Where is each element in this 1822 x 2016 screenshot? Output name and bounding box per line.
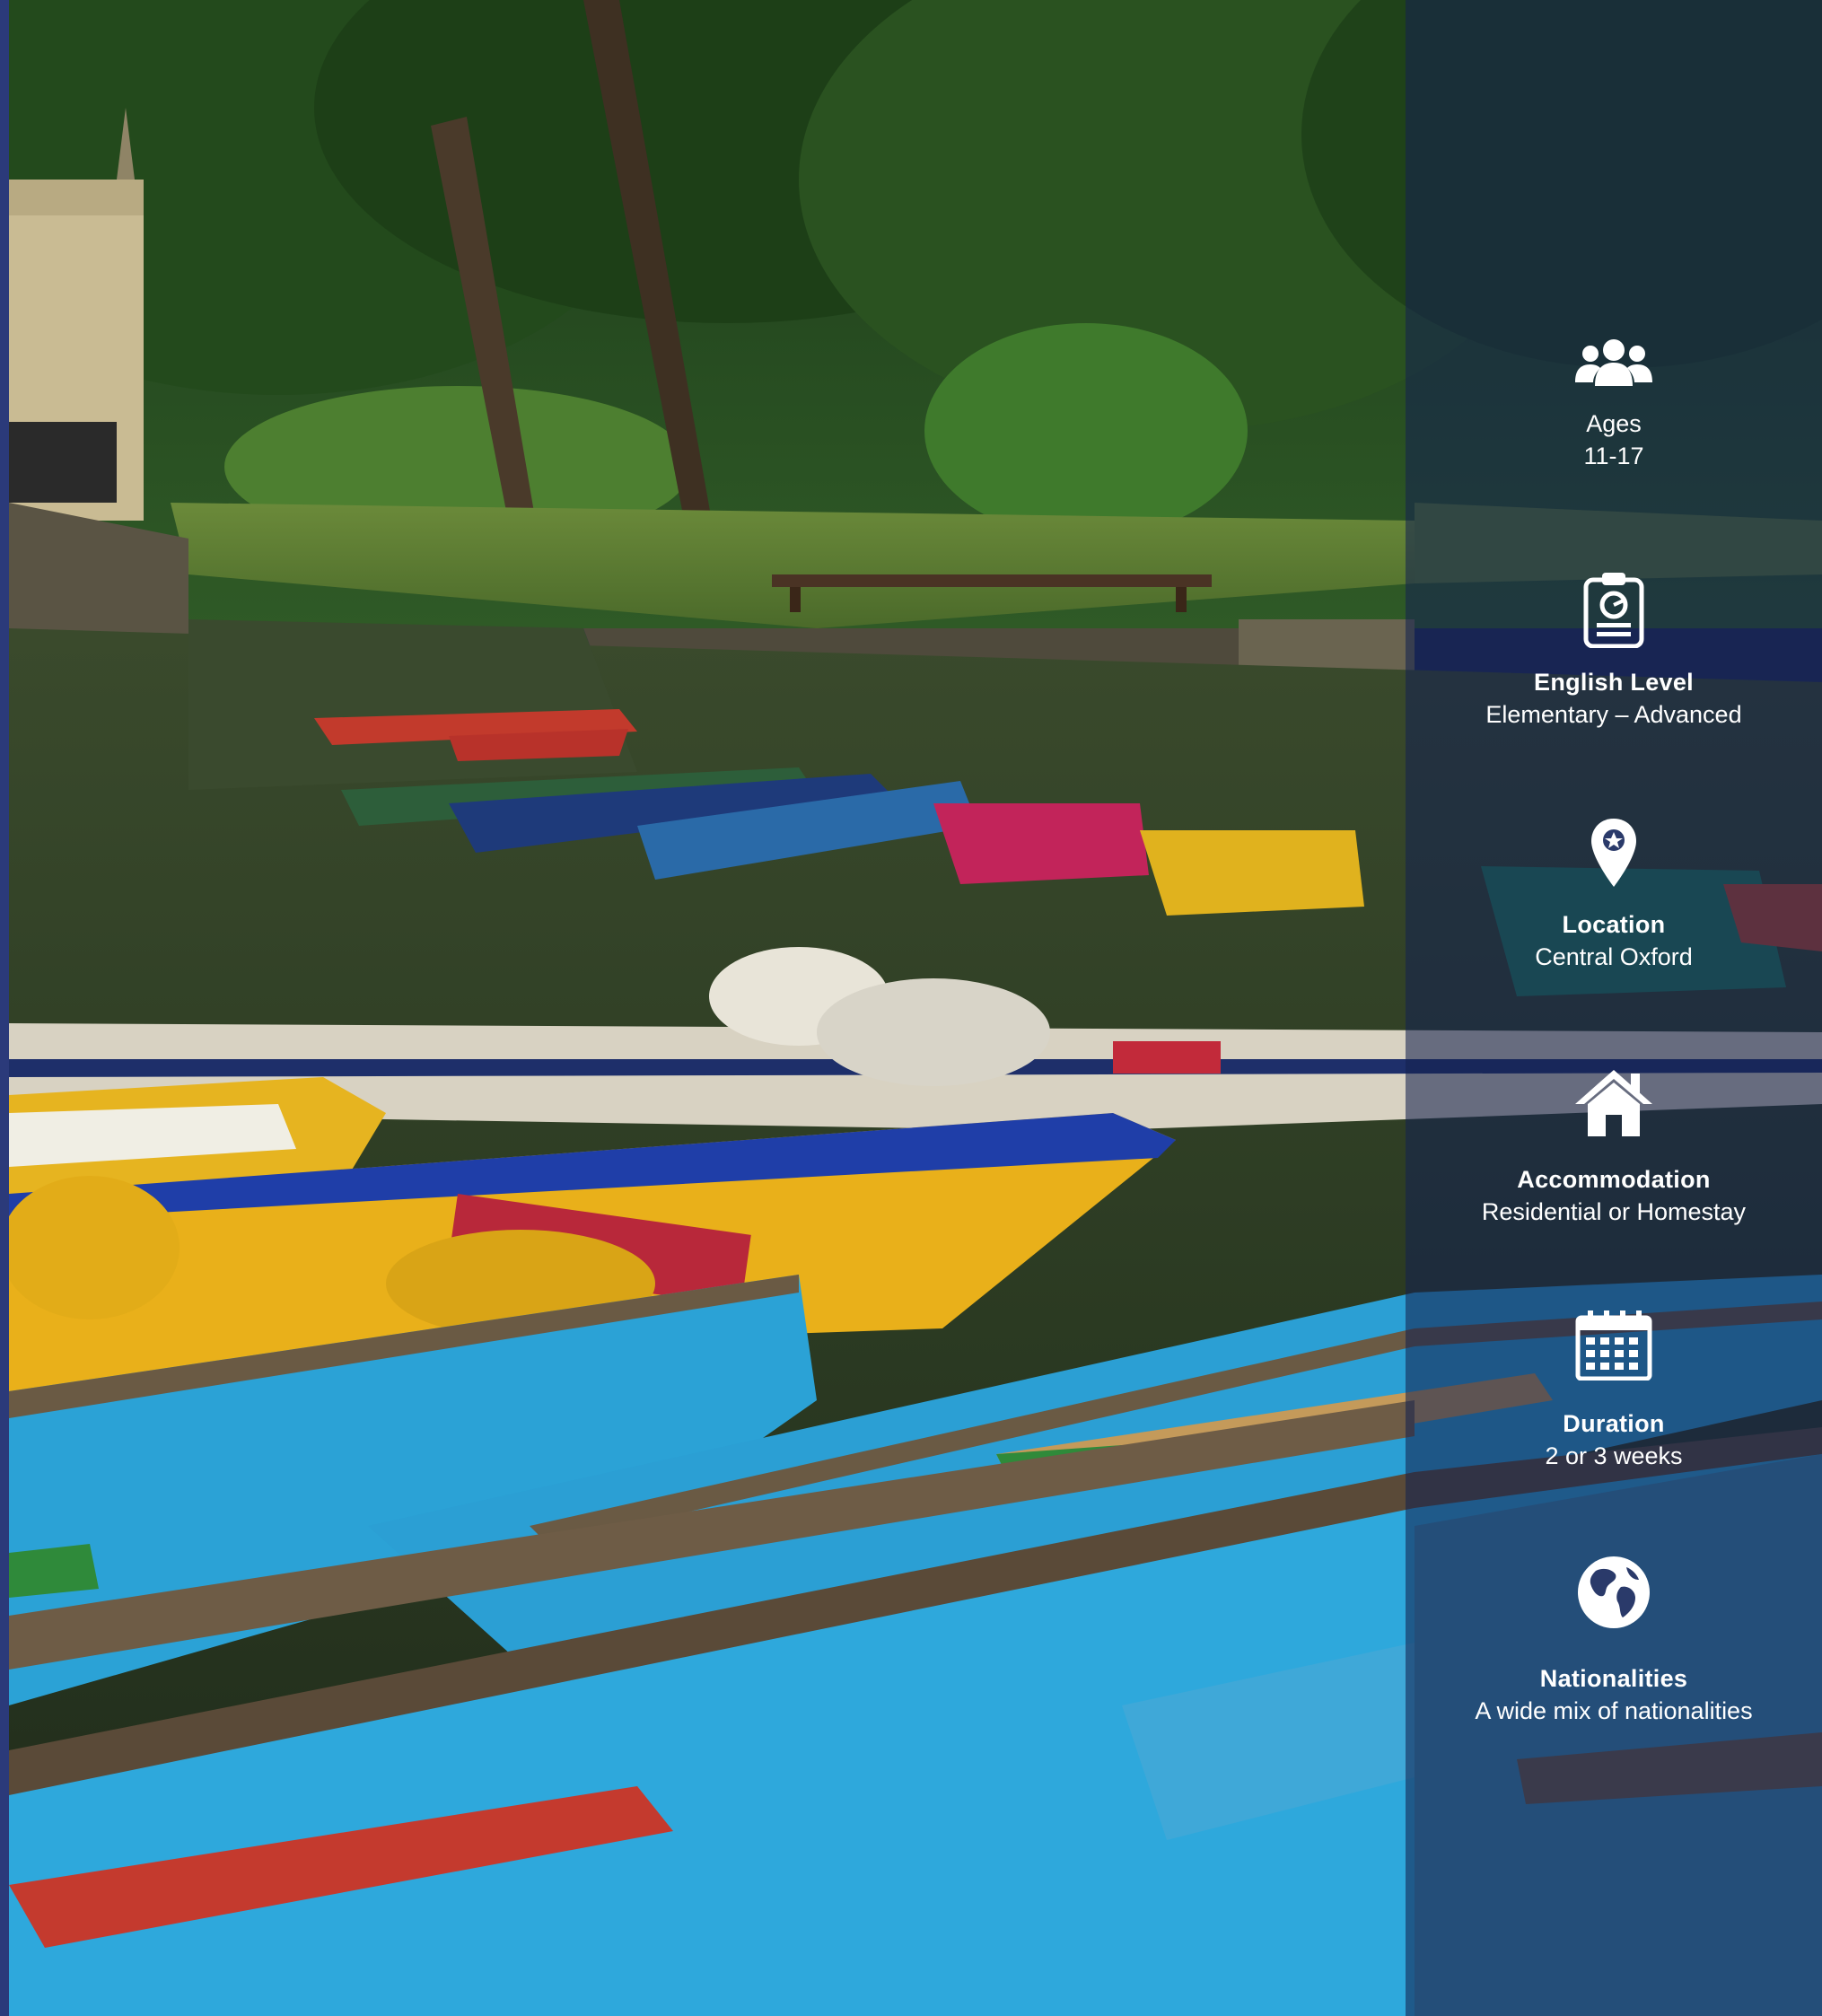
- house-icon: [1575, 1070, 1652, 1136]
- nationalities-title: Nationalities: [1539, 1665, 1688, 1692]
- ages-value: 11-17: [1583, 443, 1644, 469]
- accommodation-title: Accommodation: [1517, 1166, 1711, 1193]
- duration-value: 2 or 3 weeks: [1545, 1442, 1683, 1469]
- left-accent-bar: [0, 0, 9, 2016]
- location-pin-icon: [1591, 819, 1636, 887]
- accommodation-value: Residential or Homestay: [1481, 1198, 1747, 1225]
- feature-location: Location Central Oxford: [1406, 817, 1822, 973]
- feature-accommodation: Accommodation Residential or Homestay: [1406, 1066, 1822, 1228]
- page: Ages 11-17 English Level Elementary – Ad…: [0, 0, 1822, 2016]
- location-value: Central Oxford: [1535, 943, 1693, 970]
- calendar-icon: [1575, 1310, 1652, 1381]
- feature-ages: Ages 11-17: [1406, 337, 1822, 472]
- feature-duration: Duration 2 or 3 weeks: [1406, 1309, 1822, 1472]
- feature-nationalities: Nationalities A wide mix of nationalitie…: [1406, 1555, 1822, 1727]
- duration-title: Duration: [1563, 1410, 1665, 1437]
- english-level-value: Elementary – Advanced: [1485, 701, 1742, 728]
- globe-icon: [1578, 1556, 1650, 1628]
- info-panel: Ages 11-17 English Level Elementary – Ad…: [1406, 0, 1822, 2016]
- group-icon: [1575, 339, 1652, 386]
- ages-title: Ages: [1586, 410, 1642, 437]
- clipboard-icon: [1583, 573, 1644, 648]
- feature-english-level: English Level Elementary – Advanced: [1406, 571, 1822, 731]
- nationalities-value: A wide mix of nationalities: [1475, 1697, 1753, 1724]
- location-title: Location: [1562, 911, 1666, 938]
- english-level-title: English Level: [1534, 669, 1694, 696]
